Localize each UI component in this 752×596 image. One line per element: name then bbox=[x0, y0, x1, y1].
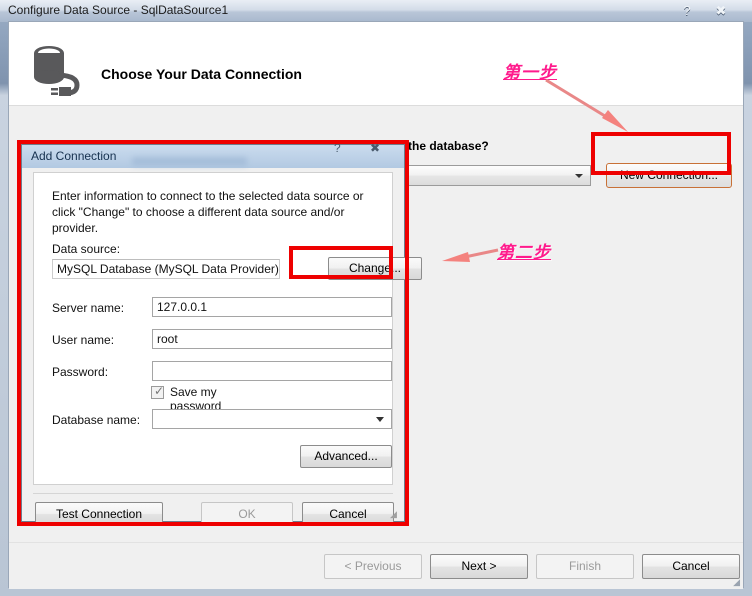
resize-grip-icon[interactable]: ◢ bbox=[733, 577, 740, 588]
highlight-box-dialog bbox=[17, 140, 409, 526]
annotation-step-2: 第二步 bbox=[497, 243, 551, 262]
screenshot-root: Configure Data Source - SqlDataSource1 ?… bbox=[0, 0, 752, 596]
highlight-box-change bbox=[289, 246, 393, 279]
help-icon[interactable]: ? bbox=[676, 2, 698, 19]
wizard-header: Choose Your Data Connection bbox=[9, 22, 743, 106]
close-icon[interactable]: ✖ bbox=[710, 2, 732, 19]
next-button[interactable]: Next > bbox=[430, 554, 528, 579]
wizard-footer: < Previous Next > Finish Cancel ◢ bbox=[9, 542, 743, 589]
highlight-box-new-connection bbox=[591, 132, 731, 175]
database-connection-icon bbox=[34, 46, 80, 96]
window-titlebar: Configure Data Source - SqlDataSource1 ?… bbox=[0, 0, 752, 22]
window-title: Configure Data Source - SqlDataSource1 bbox=[8, 3, 229, 17]
annotation-step-1: 第一步 bbox=[503, 63, 557, 82]
page-title: Choose Your Data Connection bbox=[101, 66, 302, 82]
finish-button[interactable]: Finish bbox=[536, 554, 634, 579]
wizard-cancel-button[interactable]: Cancel bbox=[642, 554, 740, 579]
chevron-down-icon bbox=[575, 174, 583, 178]
previous-button[interactable]: < Previous bbox=[324, 554, 422, 579]
